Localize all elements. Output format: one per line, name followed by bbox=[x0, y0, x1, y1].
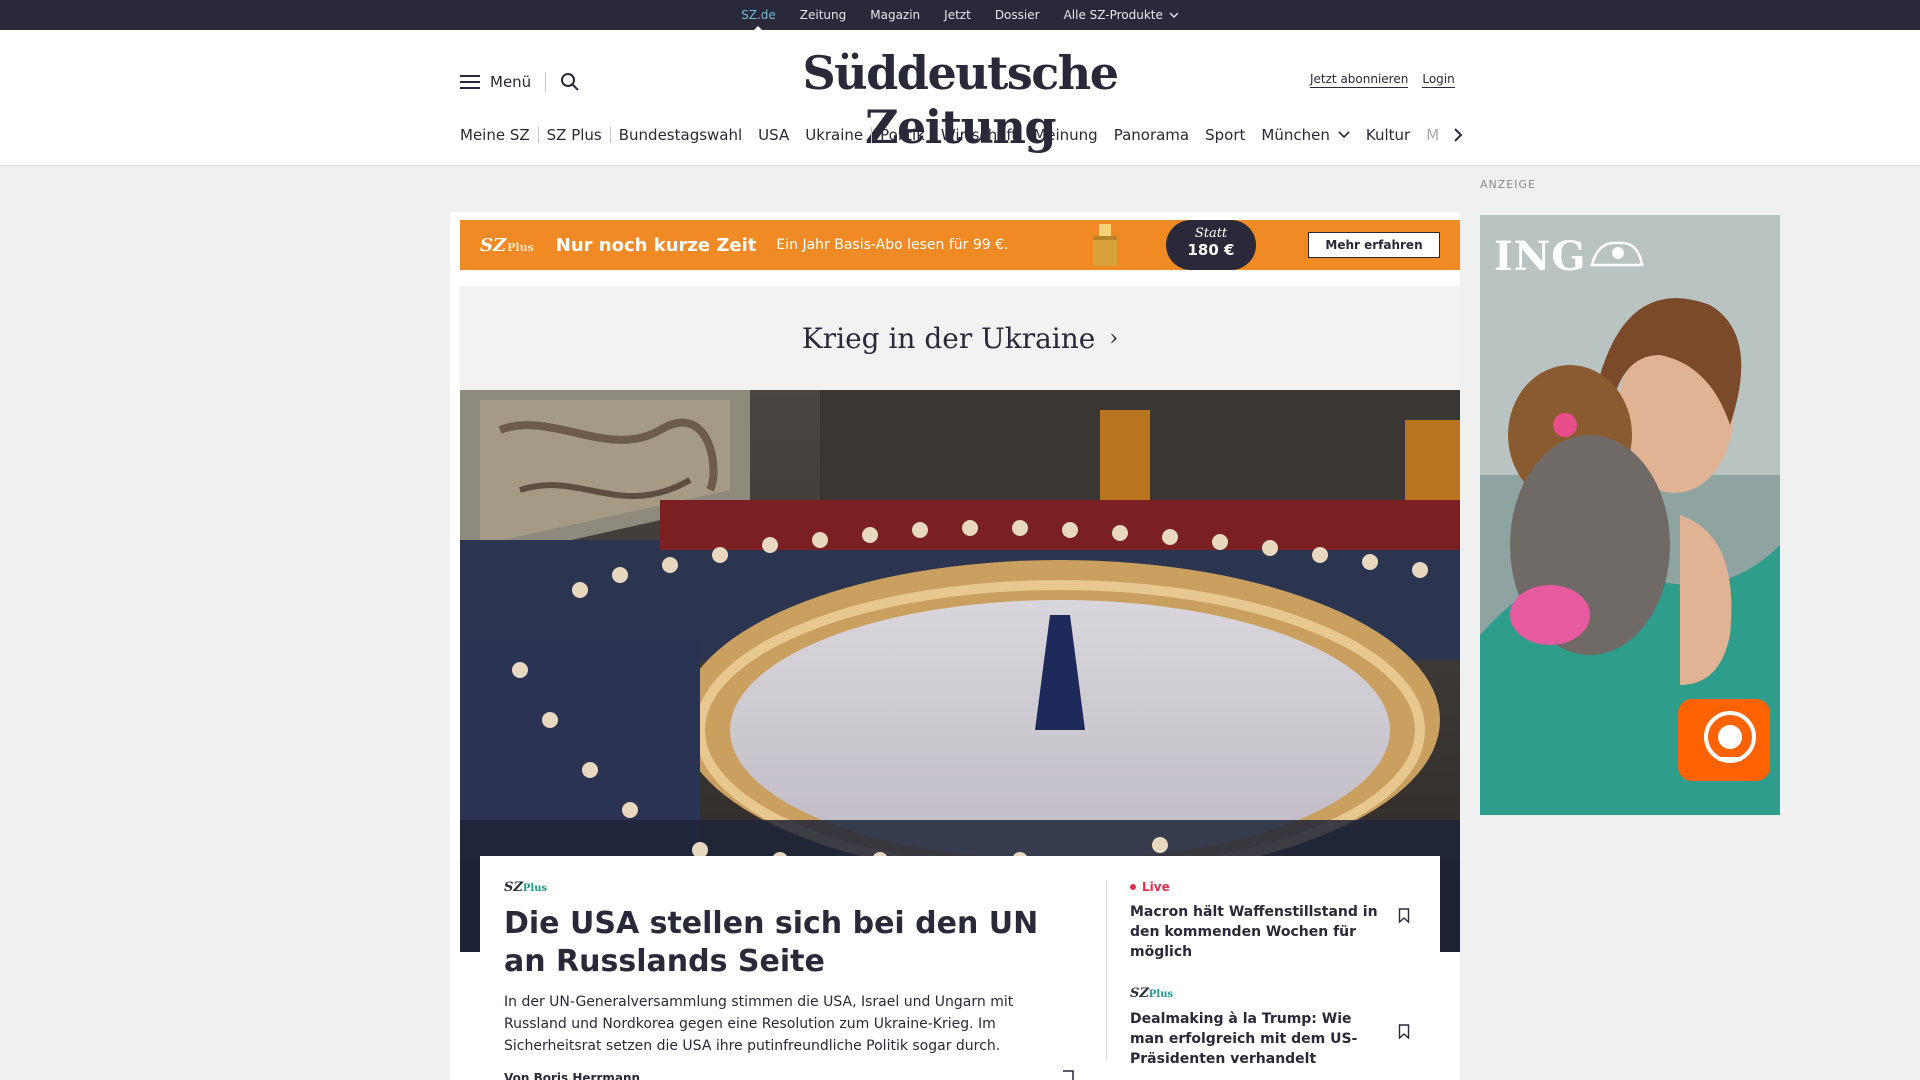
szplus-logo-plus: Plus bbox=[507, 240, 534, 254]
main-nav: Meine SZ SZ Plus Bundestagswahl USA Ukra… bbox=[460, 126, 1463, 144]
side-article-1-headline[interactable]: Macron hält Waffenstillstand in den komm… bbox=[1130, 902, 1390, 962]
szplus-logo: SZPlus bbox=[1130, 986, 1410, 1001]
lion-icon bbox=[1704, 711, 1756, 763]
hamburger-icon[interactable] bbox=[460, 75, 480, 89]
topbar-link-dossier[interactable]: Dossier bbox=[995, 8, 1040, 22]
topbar-link-zeitung[interactable]: Zeitung bbox=[800, 8, 846, 22]
lead-headline[interactable]: Die USA stellen sich bei den UN an Russl… bbox=[504, 905, 1074, 981]
lion-icon bbox=[1590, 241, 1644, 267]
nav-item-panorama[interactable]: Panorama bbox=[1106, 126, 1197, 144]
promo-headline: Nur noch kurze Zeit bbox=[555, 234, 757, 256]
lead-article-card: SZPlus Die USA stellen sich bei den UN a… bbox=[480, 856, 1440, 1080]
ing-logo-text: ING bbox=[1494, 233, 1587, 280]
login-link[interactable]: Login bbox=[1422, 72, 1455, 88]
szplus-logo-text: SZ bbox=[504, 880, 523, 895]
nav-item-wirtschaft[interactable]: Wirtschaft bbox=[933, 126, 1025, 144]
search-icon[interactable] bbox=[560, 72, 580, 92]
chevron-right-icon[interactable] bbox=[1453, 128, 1463, 142]
topbar-link-alle-produkte-label: Alle SZ-Produkte bbox=[1063, 8, 1163, 22]
nav-item-sport[interactable]: Sport bbox=[1197, 126, 1253, 144]
divider bbox=[1106, 880, 1107, 1060]
nav-item-usa[interactable]: USA bbox=[750, 126, 797, 144]
bookmark-icon[interactable] bbox=[1062, 1070, 1074, 1080]
price-badge-price: 180 € bbox=[1187, 241, 1235, 259]
side-article-2-headline[interactable]: Dealmaking à la Trump: Wie man erfolgrei… bbox=[1130, 1009, 1390, 1069]
promo-cta-button[interactable]: Mehr erfahren bbox=[1308, 232, 1440, 258]
subscribe-link[interactable]: Jetzt abonnieren bbox=[1310, 72, 1409, 88]
nav-item-meine-sz[interactable]: Meine SZ bbox=[460, 126, 538, 144]
topbar-link-alle-produkte[interactable]: Alle SZ-Produkte bbox=[1064, 8, 1179, 22]
divider bbox=[545, 72, 547, 92]
lead-author: Von Boris Herrmann bbox=[504, 1071, 641, 1080]
ing-advertisement[interactable]: ING bbox=[1480, 215, 1780, 815]
nav-item-ukraine[interactable]: Ukraine bbox=[797, 126, 871, 144]
section-title: Krieg in der Ukraine bbox=[801, 321, 1096, 355]
ad-label: ANZEIGE bbox=[1480, 178, 1536, 191]
chevron-right-icon: › bbox=[1109, 325, 1119, 351]
szplus-logo-text: SZ bbox=[1130, 986, 1149, 1001]
live-label: Live bbox=[1142, 880, 1170, 894]
nav-item-kultur[interactable]: Kultur bbox=[1358, 126, 1418, 144]
topbar-link-magazin[interactable]: Magazin bbox=[870, 8, 920, 22]
chevron-down-icon bbox=[1338, 131, 1350, 139]
szplus-logo: SZPlus bbox=[480, 235, 534, 256]
section-header[interactable]: Krieg in der Ukraine › bbox=[460, 286, 1460, 390]
chevron-down-icon bbox=[1169, 12, 1179, 18]
lead-teaser: In der UN-Generalversammlung stimmen die… bbox=[504, 994, 1014, 1054]
topbar-link-szde[interactable]: SZ.de bbox=[741, 8, 776, 32]
ing-logo: ING bbox=[1494, 233, 1586, 280]
nav-item-muenchen[interactable]: München bbox=[1253, 126, 1357, 144]
lead-article[interactable]: SZPlus Die USA stellen sich bei den UN a… bbox=[504, 880, 1074, 1080]
nav-item-more[interactable]: M bbox=[1418, 126, 1447, 144]
ing-lion-badge bbox=[1678, 699, 1770, 781]
nav-item-bundestagswahl[interactable]: Bundestagswahl bbox=[611, 126, 750, 144]
menu-button[interactable]: Menü bbox=[490, 73, 531, 91]
topbar-link-jetzt[interactable]: Jetzt bbox=[944, 8, 971, 22]
szplus-logo-plus: Plus bbox=[522, 883, 548, 894]
bookmark-icon[interactable] bbox=[1398, 1024, 1410, 1039]
side-article-1[interactable]: Live Macron hält Waffenstillstand in den… bbox=[1130, 880, 1410, 962]
price-badge-top: Statt bbox=[1194, 226, 1228, 241]
side-article-2[interactable]: SZPlus Dealmaking à la Trump: Wie man er… bbox=[1130, 986, 1410, 1069]
live-dot-icon bbox=[1130, 884, 1136, 890]
account-links: Jetzt abonnieren Login bbox=[1310, 72, 1455, 88]
promo-banner[interactable]: SZPlus Nur noch kurze Zeit Ein Jahr Basi… bbox=[460, 220, 1460, 270]
nav-item-muenchen-label: München bbox=[1261, 126, 1330, 144]
promo-subtext: Ein Jahr Basis-Abo lesen für 99 €. bbox=[776, 237, 1009, 253]
szplus-logo-text: SZ bbox=[480, 234, 507, 256]
nav-item-politik[interactable]: Politik bbox=[872, 126, 933, 144]
price-badge: Statt 180 € bbox=[1166, 220, 1256, 270]
top-bar: SZ.de Zeitung Magazin Jetzt Dossier Alle… bbox=[0, 0, 1920, 32]
ballot-box-icon bbox=[1093, 224, 1117, 266]
menu-area: Menü bbox=[460, 72, 580, 92]
nav-item-sz-plus[interactable]: SZ Plus bbox=[539, 126, 610, 144]
site-header: Menü Süddeutsche Zeitung Jetzt abonniere… bbox=[0, 30, 1920, 166]
nav-item-meinung[interactable]: Meinung bbox=[1025, 126, 1105, 144]
side-articles: Live Macron hält Waffenstillstand in den… bbox=[1130, 880, 1410, 1069]
live-badge: Live bbox=[1130, 880, 1410, 894]
szplus-logo: SZPlus bbox=[504, 880, 1074, 895]
bookmark-icon[interactable] bbox=[1398, 908, 1410, 923]
szplus-logo-plus: Plus bbox=[1148, 989, 1174, 1000]
